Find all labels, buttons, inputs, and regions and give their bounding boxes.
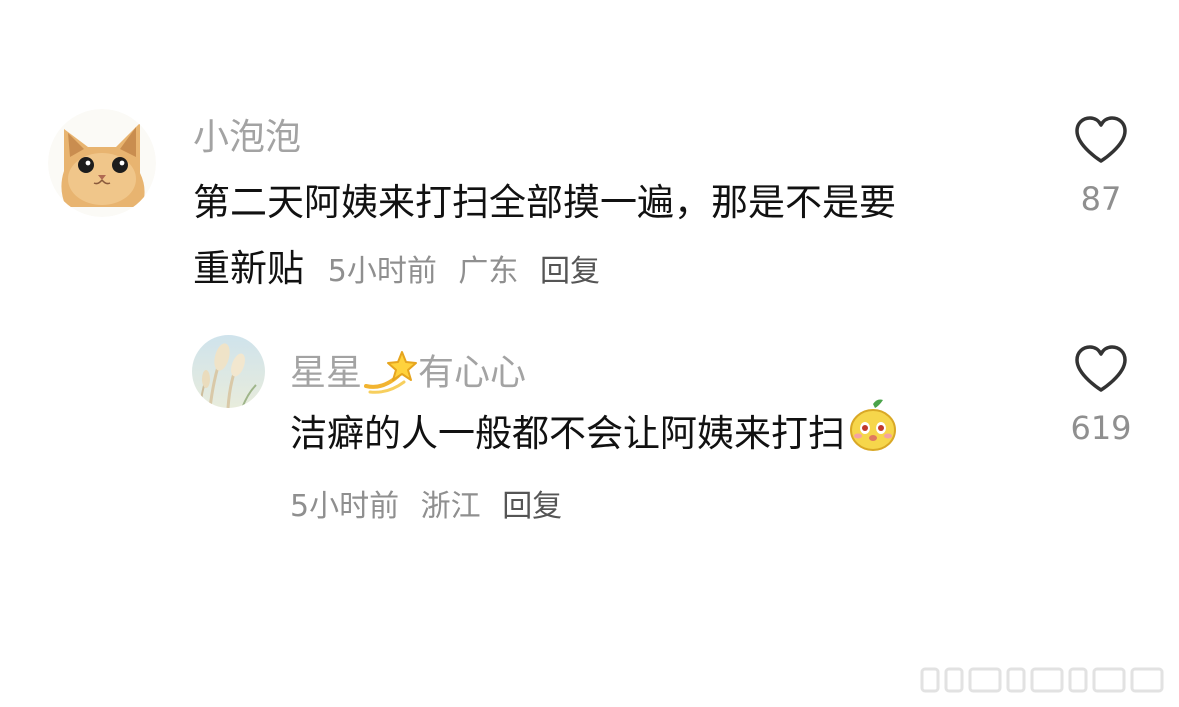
like-button[interactable]: 619 [1066,345,1136,447]
reply-location: 浙江 [420,489,481,524]
reply-item: 星星 有心心 洁癖的人一般都不会让阿姨来打扫 5小时前 浙江 回复 619 [0,0,1179,560]
dizzy-star-icon [362,346,418,403]
reply-text-body: 洁癖的人一般都不会让阿姨来打扫 [290,412,845,455]
avatar[interactable] [192,335,265,408]
comment-section: 小泡泡 第二天阿姨来打扫全部摸一遍，那是不是要 重新贴 5小时前 广东 回复 8… [0,0,1179,707]
reed-grass-avatar-icon [192,335,265,408]
watermark-logo [920,667,1164,693]
reply-button[interactable]: 回复 [502,489,562,524]
cute-pear-icon [847,398,899,473]
like-count: 619 [1070,409,1132,447]
reply-username-part-1: 星星 [290,352,363,394]
heart-icon [1075,345,1127,392]
reply-username[interactable]: 星星 有心心 [290,346,526,403]
reply-time: 5小时前 [290,489,400,524]
reply-username-part-2: 有心心 [418,352,527,394]
reply-meta: 5小时前 浙江 回复 [290,481,574,525]
reply-text: 洁癖的人一般都不会让阿姨来打扫 [290,398,1050,473]
